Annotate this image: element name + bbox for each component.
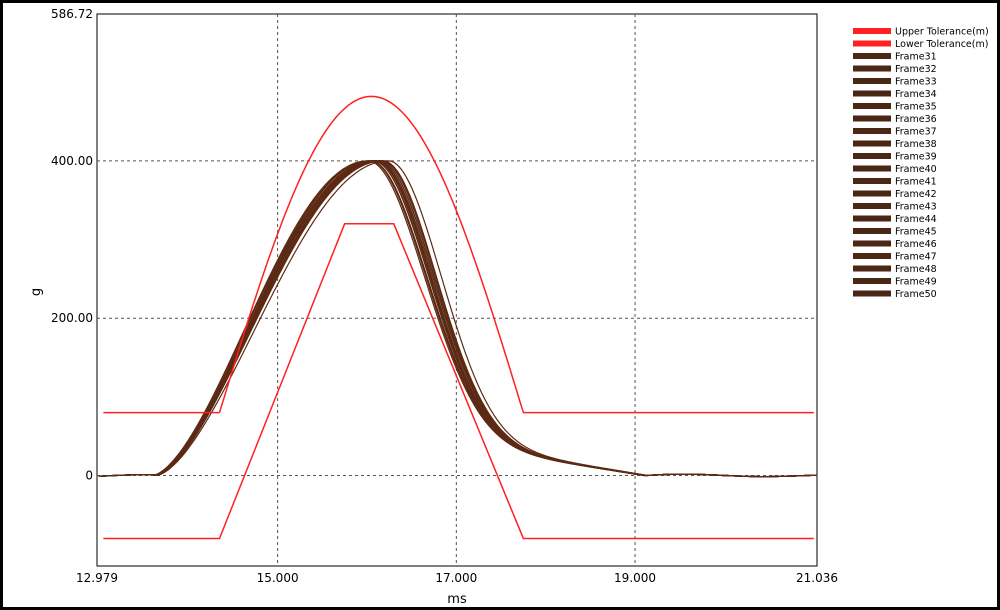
x-tick-labels: 12.979 15.000 17.000 19.000 21.036 bbox=[76, 571, 838, 585]
legend-label: Frame45 bbox=[895, 227, 937, 238]
legend-swatch bbox=[853, 240, 891, 247]
x-tick-label: 12.979 bbox=[76, 571, 118, 585]
legend-swatch bbox=[853, 203, 891, 209]
legend-label: Frame40 bbox=[895, 164, 937, 175]
x-tick-label: 19.000 bbox=[614, 571, 656, 585]
legend-label: Frame44 bbox=[895, 214, 937, 225]
x-tick-label: 21.036 bbox=[796, 571, 838, 585]
legend-label: Frame46 bbox=[895, 239, 937, 250]
legend-swatch bbox=[853, 265, 891, 272]
legend-label: Frame43 bbox=[895, 202, 937, 213]
line-chart: 12.979 15.000 17.000 19.000 21.036 586.72 400… bbox=[29, 7, 989, 607]
legend-swatch bbox=[853, 103, 891, 109]
legend-swatch bbox=[853, 40, 891, 47]
legend-swatch bbox=[853, 115, 891, 122]
legend-label: Frame42 bbox=[895, 189, 937, 200]
legend-swatch bbox=[853, 215, 891, 222]
legend-label: Frame41 bbox=[895, 177, 937, 188]
x-tick-label: 17.000 bbox=[435, 571, 477, 585]
y-tick-label: 400.00 bbox=[51, 154, 93, 168]
legend-swatch bbox=[853, 278, 891, 284]
legend-swatch bbox=[853, 190, 891, 197]
legend: Upper Tolerance(m)Lower Tolerance(m) Fram… bbox=[853, 27, 989, 300]
x-axis-label: ms bbox=[447, 592, 467, 607]
legend-label: Frame33 bbox=[895, 77, 937, 88]
legend-swatch bbox=[853, 290, 891, 297]
legend-swatch bbox=[853, 178, 891, 184]
legend-label: Frame38 bbox=[895, 139, 937, 150]
legend-label: Frame48 bbox=[895, 264, 937, 275]
legend-swatch bbox=[853, 253, 891, 259]
legend-label: Lower Tolerance(m) bbox=[895, 39, 988, 50]
x-tick-label: 15.000 bbox=[257, 571, 299, 585]
legend-swatch bbox=[853, 128, 891, 134]
legend-label: Frame35 bbox=[895, 102, 937, 113]
legend-swatch bbox=[853, 78, 891, 84]
y-tick-label: 200.00 bbox=[51, 311, 93, 325]
legend-swatch bbox=[853, 165, 891, 172]
legend-label: Frame39 bbox=[895, 152, 937, 163]
legend-label: Frame50 bbox=[895, 289, 937, 300]
legend-label: Frame47 bbox=[895, 252, 937, 263]
y-tick-label: 0 bbox=[85, 469, 93, 483]
legend-label: Frame32 bbox=[895, 64, 937, 75]
legend-swatch bbox=[853, 28, 891, 34]
y-tick-labels: 586.72 400.00 200.00 0 bbox=[51, 7, 93, 483]
legend-label: Frame34 bbox=[895, 89, 937, 100]
legend-swatch bbox=[853, 153, 891, 159]
plot-area bbox=[96, 13, 818, 567]
legend-label: Frame37 bbox=[895, 127, 937, 138]
legend-swatch bbox=[853, 65, 891, 72]
legend-label: Frame49 bbox=[895, 277, 937, 288]
y-tick-label: 586.72 bbox=[51, 7, 93, 21]
legend-label: Frame36 bbox=[895, 114, 937, 125]
legend-swatch bbox=[853, 53, 891, 59]
legend-swatch bbox=[853, 228, 891, 234]
legend-label: Frame31 bbox=[895, 52, 937, 63]
legend-label: Upper Tolerance(m) bbox=[895, 27, 989, 38]
y-axis-label: g bbox=[29, 288, 44, 296]
legend-swatch bbox=[853, 90, 891, 97]
legend-swatch bbox=[853, 140, 891, 147]
